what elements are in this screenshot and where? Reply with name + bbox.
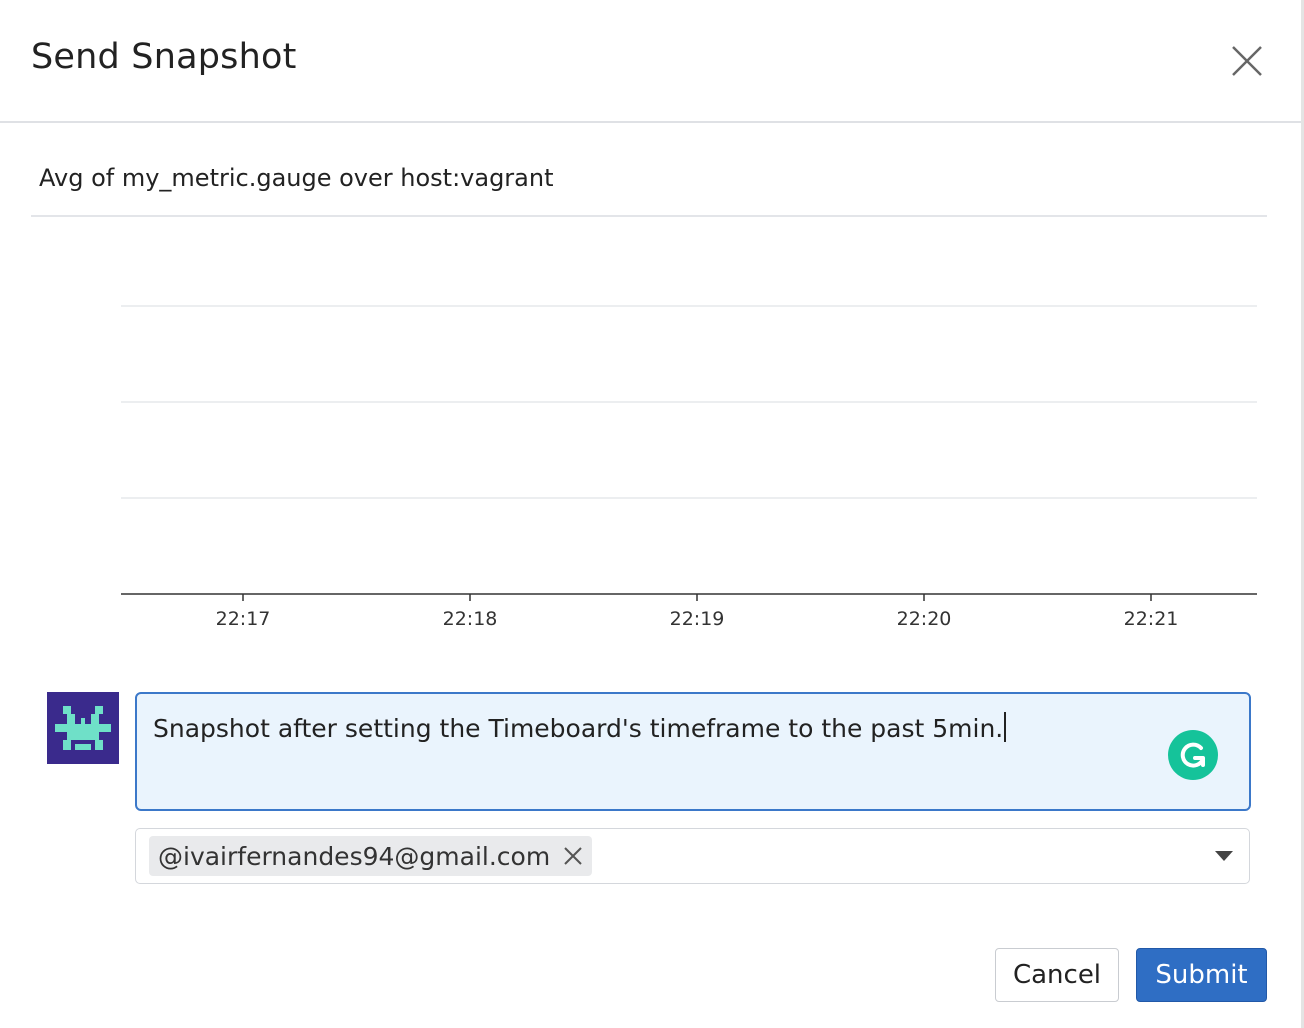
comment-text-wrapper: Snapshot after setting the Timeboard's t…: [153, 712, 1007, 743]
remove-recipient-icon[interactable]: [562, 845, 584, 867]
chart-x-tick-label: 22:18: [443, 608, 498, 630]
cancel-button[interactable]: Cancel: [995, 948, 1119, 1002]
submit-button[interactable]: Submit: [1136, 948, 1267, 1002]
chart-x-tick-label: 22:17: [216, 608, 271, 630]
chart-x-tick-label: 22:20: [897, 608, 952, 630]
comment-textarea[interactable]: Snapshot after setting the Timeboard's t…: [135, 692, 1251, 811]
comment-text: Snapshot after setting the Timeboard's t…: [153, 714, 1004, 743]
recipients-select[interactable]: @ivairfernandes94@gmail.com: [135, 828, 1250, 884]
graph-title: Avg of my_metric.gauge over host:vagrant: [39, 164, 554, 192]
chart-x-tick-label: 22:21: [1124, 608, 1179, 630]
recipient-chip-label: @ivairfernandes94@gmail.com: [158, 841, 551, 871]
timeseries-chart: 22:17 22:18 22:19 22:20 22:21: [121, 305, 1257, 630]
grammarly-icon: [1180, 742, 1205, 768]
avatar: [47, 692, 119, 764]
grammarly-button[interactable]: [1168, 730, 1218, 780]
dialog-title: Send Snapshot: [31, 37, 297, 77]
recipient-chip: @ivairfernandes94@gmail.com: [149, 836, 593, 876]
caret-down-icon[interactable]: [1214, 849, 1234, 863]
close-icon: [1232, 46, 1262, 76]
text-caret: [1004, 712, 1007, 742]
dialog-header: Send Snapshot: [0, 0, 1301, 123]
chart-x-tick-label: 22:19: [670, 608, 725, 630]
user-avatar-icon: [47, 692, 119, 764]
close-button[interactable]: [1224, 38, 1270, 84]
graph-title-divider: [31, 215, 1267, 217]
